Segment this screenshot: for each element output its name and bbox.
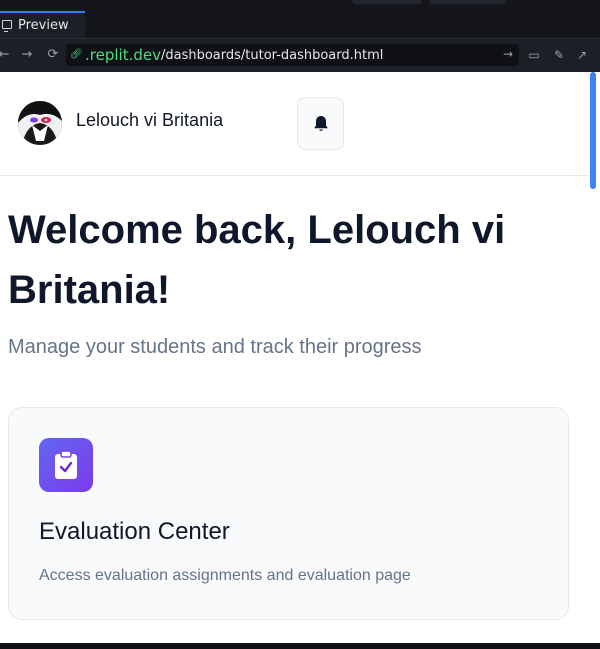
external-link-icon[interactable]: ↗ (575, 48, 589, 62)
bell-icon (313, 115, 328, 131)
page-subtitle: Manage your students and track their pro… (8, 336, 422, 358)
avatar-image (18, 101, 62, 145)
clipboard-check-icon (39, 438, 93, 492)
reload-icon[interactable]: ⟳ (45, 47, 61, 63)
url-field[interactable]: 🔗︎ .replit.dev /dashboards/tutor-dashboa… (66, 44, 519, 66)
tab-label: Preview (18, 18, 69, 33)
page-header: Lelouch vi Britania (0, 72, 588, 176)
welcome-heading: Welcome back, Lelouch vi Britania! (8, 208, 506, 312)
scrollbar-thumb[interactable] (590, 72, 596, 189)
forward-icon[interactable]: → (19, 47, 35, 63)
card-description: Access evaluation assignments and evalua… (39, 567, 411, 584)
browser-tab-bar: Preview (0, 0, 600, 38)
tab-preview[interactable]: Preview (0, 11, 85, 38)
tab-ghost (352, 0, 422, 4)
user-name: Lelouch vi Britania (76, 110, 224, 130)
notifications-button[interactable] (297, 97, 344, 150)
address-bar: ← → ⟳ 🔗︎ .replit.dev /dashboards/tutor-d… (0, 38, 600, 72)
page-viewport: Lelouch vi Britania Welcome back, Lelouc… (0, 72, 588, 643)
url-host: .replit.dev (85, 46, 161, 64)
bottom-strip (0, 643, 600, 649)
go-icon[interactable]: → (503, 47, 513, 61)
evaluation-center-card[interactable]: Evaluation Center Access evaluation assi… (8, 407, 569, 620)
tab-ghost (429, 0, 506, 4)
devices-icon[interactable]: ▭ (527, 48, 541, 62)
url-path: /dashboards/tutor-dashboard.html (160, 47, 384, 63)
monitor-icon (2, 20, 12, 32)
back-icon[interactable]: ← (0, 47, 12, 63)
card-title: Evaluation Center (39, 518, 230, 545)
avatar[interactable] (18, 101, 62, 145)
link-icon: 🔗︎ (70, 49, 83, 60)
wrench-icon[interactable]: ✎ (552, 48, 566, 62)
